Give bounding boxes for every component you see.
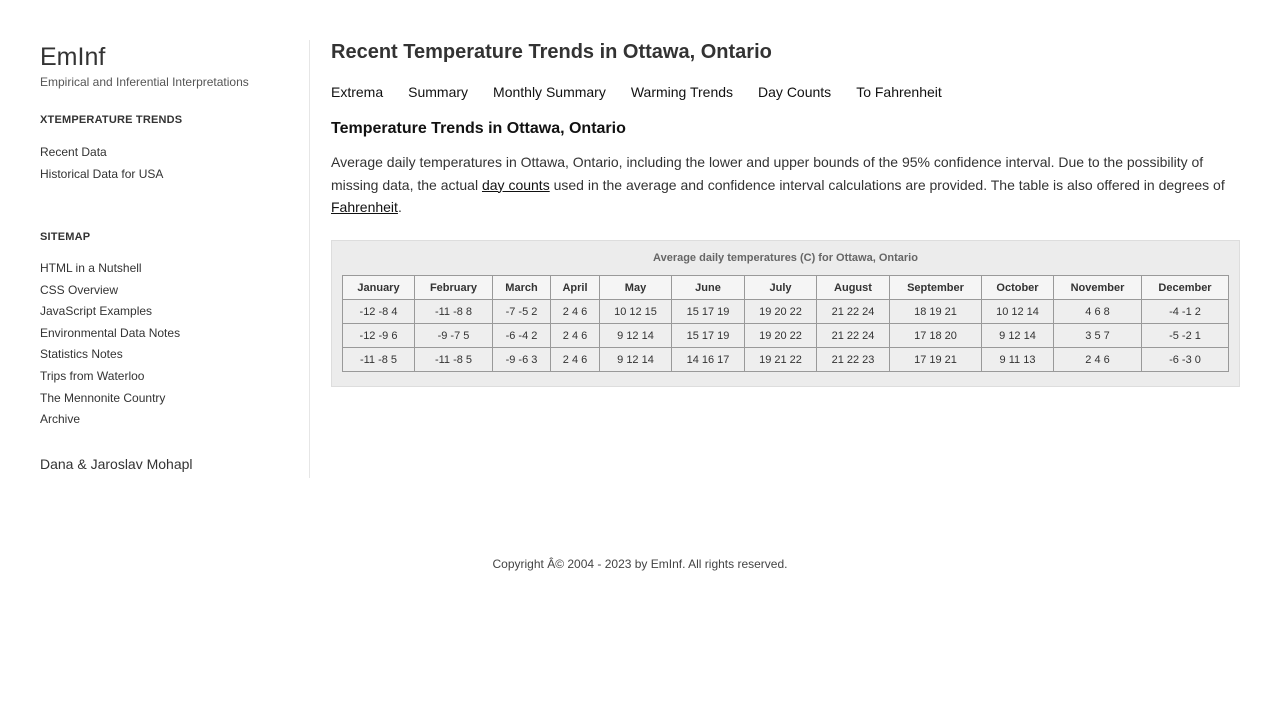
column-header: September	[889, 275, 982, 300]
table-cell: 19 20 22	[744, 299, 817, 324]
sidebar: EmInf Empirical and Inferential Interpre…	[40, 40, 310, 478]
authors: Dana & Jaroslav Mohapl	[40, 456, 193, 472]
sitemap-item-css-overview[interactable]: CSS Overview	[40, 280, 180, 302]
table-cell: 21 22 24	[816, 323, 890, 348]
table-cell: 14 16 17	[671, 347, 745, 372]
trends-list: Recent Data Historical Data for USA	[40, 142, 163, 185]
table-cell: 21 22 24	[816, 299, 890, 324]
column-header: February	[414, 275, 493, 300]
section-title: Temperature Trends in Ottawa, Ontario	[331, 120, 626, 137]
sidebar-item-historical-data-usa[interactable]: Historical Data for USA	[40, 164, 163, 186]
table-cell: 9 12 14	[981, 323, 1054, 348]
table-caption: Average daily temperatures (C) for Ottaw…	[653, 252, 918, 264]
table-cell: -11 -8 5	[342, 347, 415, 372]
column-header: April	[550, 275, 600, 300]
table-header-row: January February March April May June Ju…	[342, 275, 1229, 300]
main-content: Recent Temperature Trends in Ottawa, Ont…	[331, 40, 1241, 387]
column-header: December	[1141, 275, 1229, 300]
table-cell: -11 -8 5	[414, 347, 493, 372]
table-cell: 15 17 19	[671, 299, 745, 324]
description: Average daily temperatures in Ottawa, On…	[331, 151, 1231, 219]
tab-bar: Extrema Summary Monthly Summary Warming …	[331, 82, 1241, 102]
table-cell: -4 -1 2	[1141, 299, 1229, 324]
tab-extrema[interactable]: Extrema	[331, 82, 383, 102]
table-cell: -5 -2 1	[1141, 323, 1229, 348]
sitemap-list: HTML in a Nutshell CSS Overview JavaScri…	[40, 258, 180, 431]
fahrenheit-link[interactable]: Fahrenheit	[331, 199, 398, 215]
column-header: August	[816, 275, 890, 300]
table-cell: -7 -5 2	[492, 299, 551, 324]
sitemap-item-trips-from-waterloo[interactable]: Trips from Waterloo	[40, 366, 180, 388]
column-header: July	[744, 275, 817, 300]
table-row: -11 -8 5 -11 -8 5 -9 -6 3 2 4 6 9 12 14 …	[342, 347, 1229, 372]
site-title[interactable]: EmInf	[40, 40, 309, 74]
page: EmInf Empirical and Inferential Interpre…	[0, 0, 1280, 720]
table-cell: -9 -6 3	[492, 347, 551, 372]
temperature-table-box: Average daily temperatures (C) for Ottaw…	[331, 240, 1240, 387]
tab-day-counts[interactable]: Day Counts	[758, 82, 831, 102]
table-cell: -12 -8 4	[342, 299, 415, 324]
column-header: November	[1053, 275, 1142, 300]
table-row: -12 -9 6 -9 -7 5 -6 -4 2 2 4 6 9 12 14 1…	[342, 323, 1229, 348]
table-cell: -6 -3 0	[1141, 347, 1229, 372]
table-cell: 19 20 22	[744, 323, 817, 348]
table-cell: 18 19 21	[889, 299, 982, 324]
column-header: March	[492, 275, 551, 300]
table-cell: 2 4 6	[550, 347, 600, 372]
table-cell: 2 4 6	[550, 299, 600, 324]
site-subtitle: Empirical and Inferential Interpretation…	[40, 75, 249, 89]
footer-copyright: Copyright Â© 2004 - 2023 by EmInf. All r…	[492, 557, 788, 571]
tab-monthly-summary[interactable]: Monthly Summary	[493, 82, 606, 102]
description-text-3: .	[397, 199, 402, 216]
sitemap-item-html-nutshell[interactable]: HTML in a Nutshell	[40, 258, 180, 280]
trends-heading: XTEMPERATURE TRENDS	[40, 114, 183, 126]
temperature-table: January February March April May June Ju…	[342, 275, 1229, 372]
column-header: October	[981, 275, 1054, 300]
sitemap-item-environmental-data-notes[interactable]: Environmental Data Notes	[40, 323, 180, 345]
sitemap-heading: SITEMAP	[40, 231, 91, 243]
table-cell: 2 4 6	[1053, 347, 1142, 372]
day-counts-link[interactable]: day counts	[482, 177, 550, 193]
description-text-2: used in the average and confidence inter…	[549, 176, 1225, 193]
table-cell: 10 12 15	[599, 299, 672, 324]
table-row: -12 -8 4 -11 -8 8 -7 -5 2 2 4 6 10 12 15…	[342, 299, 1229, 324]
sitemap-item-mennonite-country[interactable]: The Mennonite Country	[40, 388, 180, 410]
sitemap-item-javascript-examples[interactable]: JavaScript Examples	[40, 301, 180, 323]
page-title: Recent Temperature Trends in Ottawa, Ont…	[331, 41, 772, 63]
sidebar-item-recent-data[interactable]: Recent Data	[40, 142, 163, 164]
table-cell: 9 12 14	[599, 323, 672, 348]
table-cell: 17 18 20	[889, 323, 982, 348]
column-header: May	[599, 275, 672, 300]
table-cell: 2 4 6	[550, 323, 600, 348]
table-cell: 17 19 21	[889, 347, 982, 372]
table-cell: 15 17 19	[671, 323, 745, 348]
table-cell: 4 6 8	[1053, 299, 1142, 324]
column-header: January	[342, 275, 415, 300]
sitemap-item-statistics-notes[interactable]: Statistics Notes	[40, 344, 180, 366]
table-cell: 9 12 14	[599, 347, 672, 372]
table-cell: 3 5 7	[1053, 323, 1142, 348]
table-cell: -11 -8 8	[414, 299, 493, 324]
table-cell: -6 -4 2	[492, 323, 551, 348]
tab-summary[interactable]: Summary	[408, 82, 468, 102]
tab-to-fahrenheit[interactable]: To Fahrenheit	[856, 82, 942, 102]
table-cell: 21 22 23	[816, 347, 890, 372]
table-cell: -9 -7 5	[414, 323, 493, 348]
table-cell: 9 11 13	[981, 347, 1054, 372]
table-cell: -12 -9 6	[342, 323, 415, 348]
column-header: June	[671, 275, 745, 300]
tab-warming-trends[interactable]: Warming Trends	[631, 82, 733, 102]
sitemap-item-archive[interactable]: Archive	[40, 409, 180, 431]
table-cell: 10 12 14	[981, 299, 1054, 324]
table-cell: 19 21 22	[744, 347, 817, 372]
